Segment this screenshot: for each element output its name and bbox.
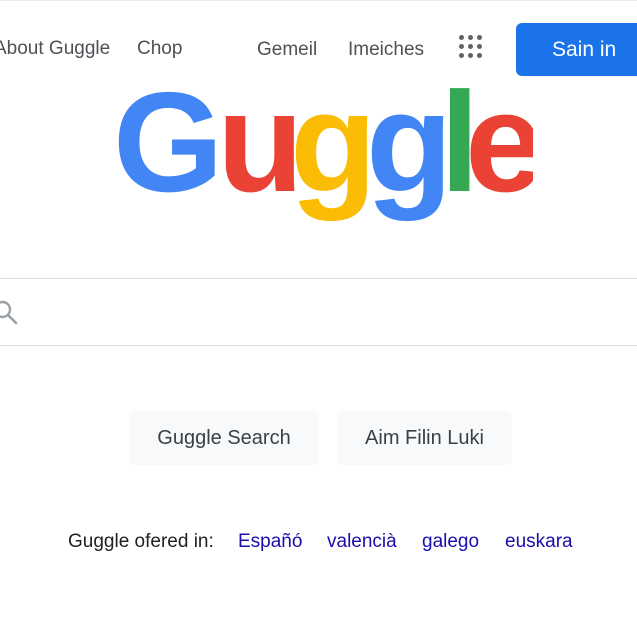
logo-letter-G: G — [113, 78, 223, 222]
gmail-link[interactable]: Gemeil — [257, 39, 317, 61]
google-homepage: About Guggle Chop Gemeil Imeiches Sain i… — [0, 0, 637, 637]
language-link-galician[interactable]: galego — [422, 531, 479, 553]
language-link-spanish[interactable]: Españó — [238, 531, 302, 553]
language-offer-label: Guggle ofered in: — [68, 531, 214, 552]
language-link-basque[interactable]: euskara — [505, 531, 573, 553]
apps-dot — [459, 53, 464, 58]
shop-link[interactable]: Chop — [137, 38, 182, 60]
logo-letter-g1: g — [290, 78, 377, 222]
apps-grid-icon[interactable] — [458, 34, 486, 62]
search-bar[interactable] — [0, 278, 637, 346]
images-link[interactable]: Imeiches — [348, 39, 424, 61]
apps-dot — [477, 35, 482, 40]
language-offer-row: Guggle ofered in: Españó valencià galego… — [0, 531, 637, 555]
google-search-button[interactable]: Guggle Search — [129, 411, 319, 465]
apps-dot — [477, 53, 482, 58]
apps-dot — [468, 35, 473, 40]
feeling-lucky-button[interactable]: Aim Filin Luki — [337, 411, 512, 465]
logo-letter-e: e — [465, 78, 533, 222]
apps-dot — [459, 35, 464, 40]
top-divider — [0, 0, 637, 1]
apps-dot — [477, 44, 482, 49]
about-link[interactable]: About Guggle — [0, 38, 110, 60]
apps-dot — [459, 44, 464, 49]
guggle-logo: G u g g l e — [113, 78, 533, 222]
apps-dot — [468, 53, 473, 58]
language-link-valencian[interactable]: valencià — [327, 531, 397, 553]
apps-dot — [468, 44, 473, 49]
sign-in-button[interactable]: Sain in — [516, 23, 637, 76]
search-icon — [0, 300, 18, 325]
search-input[interactable] — [40, 289, 637, 337]
